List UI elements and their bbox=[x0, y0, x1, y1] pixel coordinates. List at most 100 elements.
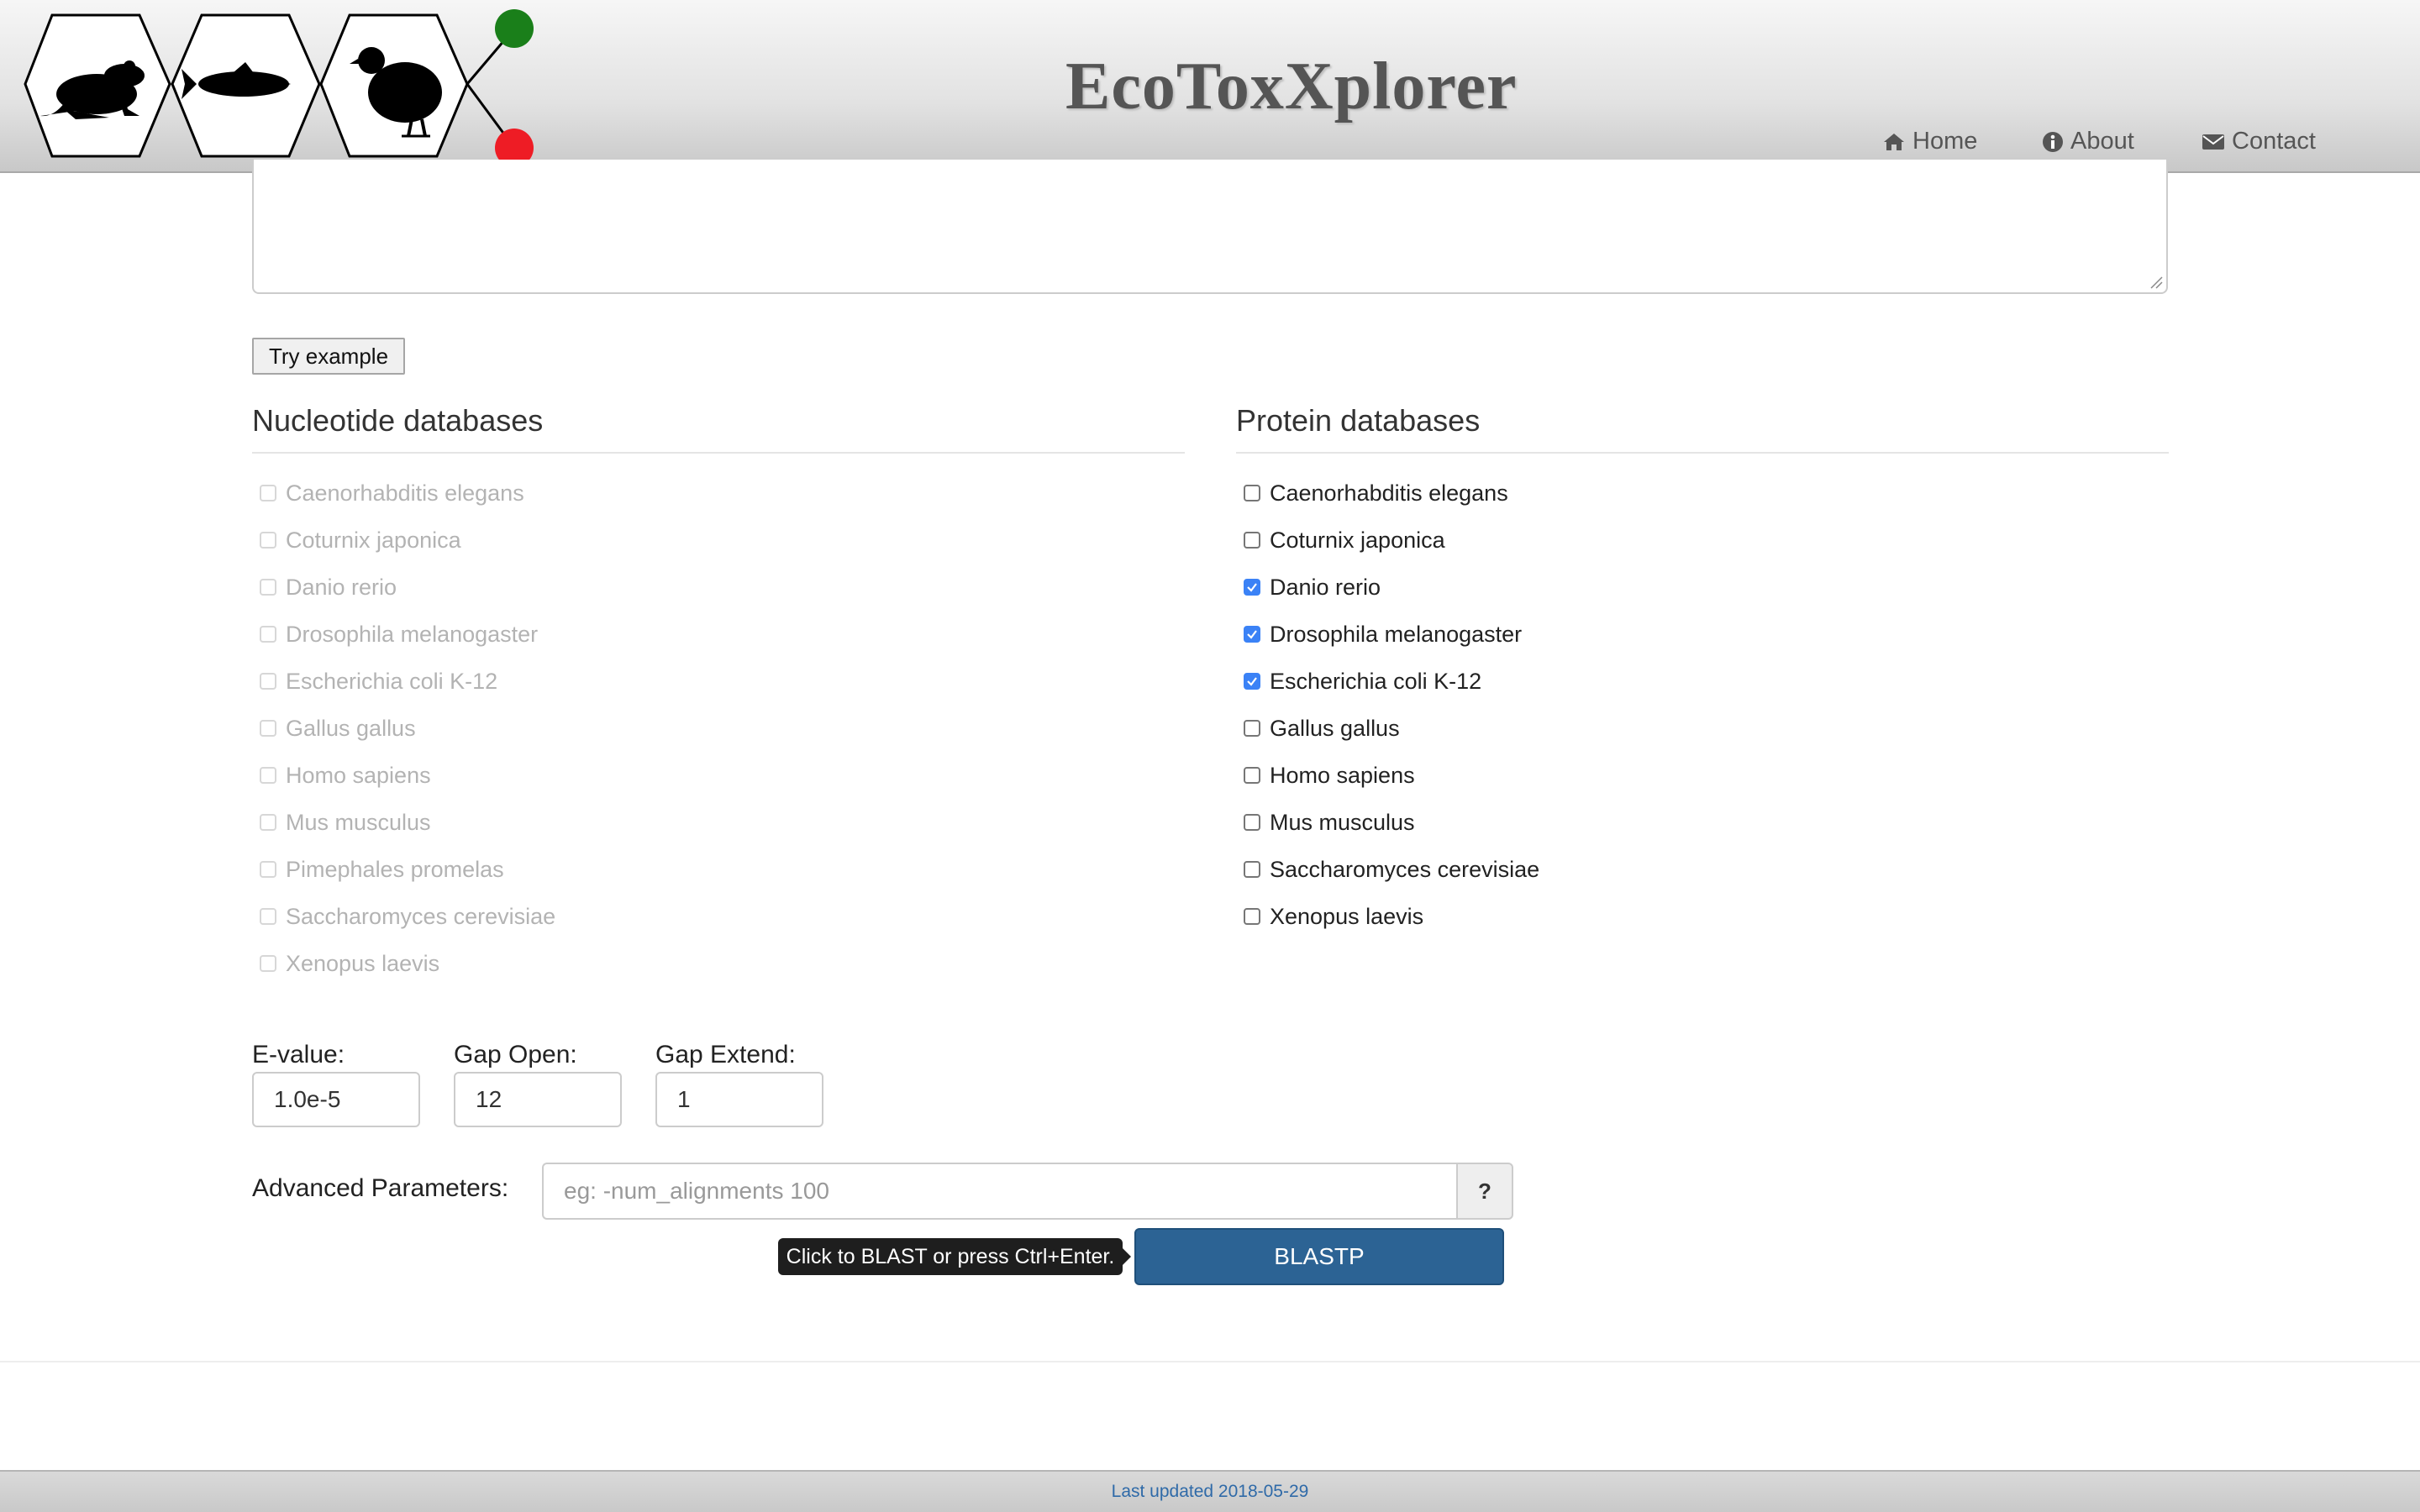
checkbox bbox=[260, 908, 276, 925]
protein-db-item[interactable]: Escherichia coli K-12 bbox=[1236, 658, 2169, 705]
gap-extend-param: Gap Extend: 1 bbox=[655, 1038, 823, 1127]
logo bbox=[24, 9, 534, 167]
nav-home[interactable]: Home bbox=[1882, 128, 1977, 155]
nucleotide-databases-heading: Nucleotide databases bbox=[252, 402, 1185, 454]
checkbox[interactable] bbox=[1244, 767, 1260, 784]
checkbox bbox=[260, 767, 276, 784]
nucleotide-db-item: Gallus gallus bbox=[252, 705, 1185, 752]
protein-db-item[interactable]: Gallus gallus bbox=[1236, 705, 2169, 752]
home-icon bbox=[1884, 133, 1904, 150]
blast-tooltip: Click to BLAST or press Ctrl+Enter. bbox=[778, 1238, 1123, 1275]
nucleotide-db-item: Danio rerio bbox=[252, 564, 1185, 611]
protein-db-item-label: Caenorhabditis elegans bbox=[1270, 480, 1508, 506]
checkbox-checked[interactable] bbox=[1244, 579, 1260, 596]
checkbox bbox=[260, 814, 276, 831]
protein-db-item[interactable]: Drosophila melanogaster bbox=[1236, 611, 2169, 658]
nav-home-label: Home bbox=[1912, 128, 1978, 155]
advanced-parameters-label: Advanced Parameters: bbox=[252, 1174, 509, 1202]
try-example-button[interactable]: Try example bbox=[252, 338, 405, 375]
advanced-parameters-input[interactable]: eg: -num_alignments 100 bbox=[542, 1163, 1456, 1220]
nucleotide-db-item-label: Xenopus laevis bbox=[286, 950, 440, 976]
nucleotide-databases: Nucleotide databases Caenorhabditis eleg… bbox=[252, 402, 1185, 987]
nav-contact-label: Contact bbox=[2232, 128, 2316, 155]
protein-db-item-label: Coturnix japonica bbox=[1270, 527, 1445, 553]
protein-db-item[interactable]: Caenorhabditis elegans bbox=[1236, 470, 2169, 517]
envelope-icon bbox=[2202, 134, 2224, 150]
protein-database-list: Caenorhabditis elegans Coturnix japonica D… bbox=[1236, 470, 2169, 940]
checkbox bbox=[260, 861, 276, 878]
gap-extend-input[interactable]: 1 bbox=[655, 1072, 823, 1127]
last-updated-text: Last updated 2018-05-29 bbox=[1111, 1482, 1309, 1501]
gap-open-param: Gap Open: 12 bbox=[454, 1038, 622, 1127]
nucleotide-db-item: Pimephales promelas bbox=[252, 846, 1185, 893]
checkbox[interactable] bbox=[1244, 861, 1260, 878]
protein-db-item[interactable]: Homo sapiens bbox=[1236, 752, 2169, 799]
blastp-button[interactable]: BLASTP bbox=[1134, 1228, 1504, 1285]
gap-open-label: Gap Open: bbox=[454, 1041, 577, 1068]
nucleotide-db-item-label: Homo sapiens bbox=[286, 762, 431, 788]
checkbox[interactable] bbox=[1244, 485, 1260, 501]
gap-open-input[interactable]: 12 bbox=[454, 1072, 622, 1127]
protein-db-item-label: Xenopus laevis bbox=[1270, 903, 1424, 929]
sequence-textarea[interactable] bbox=[252, 160, 2168, 294]
protein-db-item[interactable]: Danio rerio bbox=[1236, 564, 2169, 611]
checkbox-checked[interactable] bbox=[1244, 673, 1260, 690]
checkbox[interactable] bbox=[1244, 720, 1260, 737]
checkmark-icon bbox=[1247, 677, 1257, 686]
nucleotide-db-item-label: Caenorhabditis elegans bbox=[286, 480, 524, 506]
nav-about[interactable]: About bbox=[2042, 128, 2134, 155]
protein-databases: Protein databases Caenorhabditis elegans… bbox=[1236, 402, 2169, 940]
evalue-label: E-value: bbox=[252, 1041, 345, 1068]
evalue-input[interactable]: 1.0e-5 bbox=[252, 1072, 420, 1127]
nucleotide-db-item: Caenorhabditis elegans bbox=[252, 470, 1185, 517]
protein-db-item-label: Saccharomyces cerevisiae bbox=[1270, 856, 1540, 882]
checkmark-icon bbox=[1247, 630, 1257, 639]
checkbox bbox=[260, 485, 276, 501]
app-title: EcoToxXplorer bbox=[1065, 50, 1518, 123]
info-icon bbox=[2043, 131, 2063, 152]
nucleotide-db-item-label: Drosophila melanogaster bbox=[286, 621, 539, 647]
status-green-dot bbox=[495, 9, 534, 48]
protein-databases-heading: Protein databases bbox=[1236, 402, 2169, 454]
resize-grip-icon[interactable] bbox=[2149, 276, 2163, 289]
advanced-help-button[interactable]: ? bbox=[1456, 1163, 1513, 1220]
nucleotide-db-item-label: Coturnix japonica bbox=[286, 527, 461, 553]
protein-db-item[interactable]: Mus musculus bbox=[1236, 799, 2169, 846]
checkbox bbox=[260, 579, 276, 596]
checkbox bbox=[260, 955, 276, 972]
site-header: EcoToxXplorer Home About Contact bbox=[0, 0, 2420, 173]
nucleotide-db-item-label: Pimephales promelas bbox=[286, 856, 504, 882]
protein-db-item-label: Danio rerio bbox=[1270, 574, 1381, 600]
nav-contact[interactable]: Contact bbox=[2202, 128, 2316, 155]
nucleotide-db-item: Homo sapiens bbox=[252, 752, 1185, 799]
checkbox bbox=[260, 720, 276, 737]
tooltip-arrow bbox=[1123, 1248, 1131, 1265]
content-divider bbox=[0, 1361, 2420, 1362]
nucleotide-db-item: Drosophila melanogaster bbox=[252, 611, 1185, 658]
checkbox-checked[interactable] bbox=[1244, 626, 1260, 643]
nucleotide-db-item-label: Danio rerio bbox=[286, 574, 397, 600]
nucleotide-db-item-label: Escherichia coli K-12 bbox=[286, 668, 498, 694]
checkbox[interactable] bbox=[1244, 814, 1260, 831]
checkbox[interactable] bbox=[1244, 532, 1260, 549]
protein-db-item-label: Escherichia coli K-12 bbox=[1270, 668, 1482, 694]
checkbox bbox=[260, 673, 276, 690]
nucleotide-database-list: Caenorhabditis elegans Coturnix japonica D… bbox=[252, 470, 1185, 987]
protein-db-item[interactable]: Saccharomyces cerevisiae bbox=[1236, 846, 2169, 893]
nucleotide-db-item-label: Gallus gallus bbox=[286, 715, 416, 741]
checkbox bbox=[260, 532, 276, 549]
protein-db-item-label: Homo sapiens bbox=[1270, 762, 1415, 788]
protein-db-item-label: Drosophila melanogaster bbox=[1270, 621, 1523, 647]
nucleotide-db-item: Coturnix japonica bbox=[252, 517, 1185, 564]
evalue-param: E-value: 1.0e-5 bbox=[252, 1038, 420, 1127]
site-footer: Last updated 2018-05-29 bbox=[0, 1470, 2420, 1512]
nav-about-label: About bbox=[2070, 128, 2134, 155]
protein-db-item[interactable]: Xenopus laevis bbox=[1236, 893, 2169, 940]
checkbox bbox=[260, 626, 276, 643]
nucleotide-db-item-label: Mus musculus bbox=[286, 809, 431, 835]
checkbox[interactable] bbox=[1244, 908, 1260, 925]
protein-db-item[interactable]: Coturnix japonica bbox=[1236, 517, 2169, 564]
gap-extend-label: Gap Extend: bbox=[655, 1041, 796, 1068]
nucleotide-db-item-label: Saccharomyces cerevisiae bbox=[286, 903, 556, 929]
nucleotide-db-item: Xenopus laevis bbox=[252, 940, 1185, 987]
